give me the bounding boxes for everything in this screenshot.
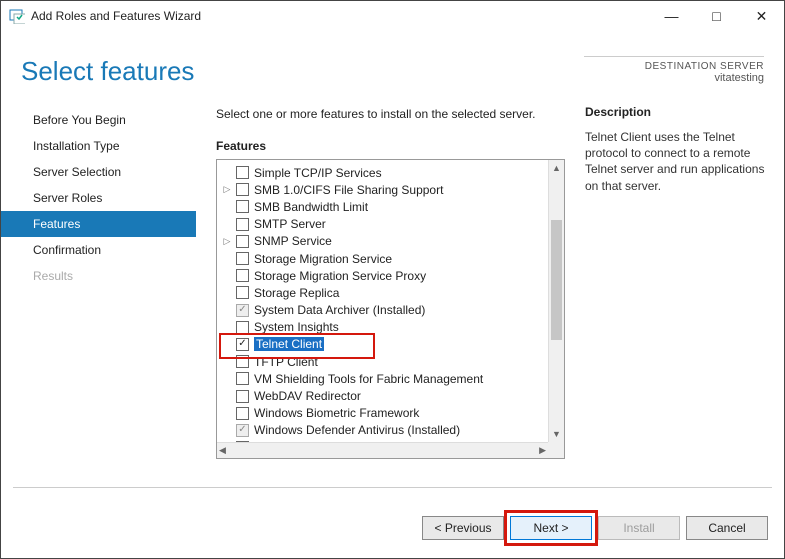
- next-button-highlight: Next >: [510, 516, 592, 540]
- feature-label[interactable]: TFTP Client: [254, 355, 318, 369]
- cancel-button[interactable]: Cancel: [686, 516, 768, 540]
- destination-server-block: DESTINATION SERVER vitatesting: [584, 56, 764, 84]
- feature-label[interactable]: Storage Migration Service: [254, 252, 392, 266]
- scroll-right-icon[interactable]: ▶: [539, 445, 546, 456]
- feature-checkbox[interactable]: [236, 407, 249, 420]
- feature-checkbox: [236, 424, 249, 437]
- feature-checkbox[interactable]: [236, 200, 249, 213]
- title-bar: Add Roles and Features Wizard — □ ✕: [1, 1, 784, 31]
- feature-label[interactable]: VM Shielding Tools for Fabric Management: [254, 372, 483, 386]
- feature-row[interactable]: Windows Defender Antivirus (Installed): [221, 422, 548, 439]
- feature-checkbox[interactable]: [236, 321, 249, 334]
- feature-row[interactable]: SMTP Server: [221, 216, 548, 233]
- nav-item-confirmation[interactable]: Confirmation: [1, 237, 196, 263]
- feature-label[interactable]: Storage Replica: [254, 286, 339, 300]
- feature-label[interactable]: Simple TCP/IP Services: [254, 166, 382, 180]
- scroll-up-icon[interactable]: ▲: [549, 160, 564, 176]
- feature-checkbox[interactable]: [236, 286, 249, 299]
- next-button[interactable]: Next >: [510, 516, 592, 540]
- feature-checkbox[interactable]: [236, 338, 249, 351]
- feature-row[interactable]: Storage Replica: [221, 284, 548, 301]
- scroll-down-icon[interactable]: ▼: [549, 426, 564, 442]
- feature-label[interactable]: WebDAV Redirector: [254, 389, 361, 403]
- feature-label[interactable]: SMTP Server: [254, 217, 326, 231]
- features-heading: Features: [216, 139, 565, 153]
- feature-row[interactable]: Storage Migration Service: [221, 250, 548, 267]
- window-title: Add Roles and Features Wizard: [31, 9, 201, 23]
- feature-row[interactable]: Storage Migration Service Proxy: [221, 267, 548, 284]
- expand-icon[interactable]: ▷: [221, 184, 233, 195]
- feature-label[interactable]: System Data Archiver (Installed): [254, 303, 425, 317]
- expand-icon[interactable]: ▷: [221, 236, 233, 247]
- scroll-left-icon[interactable]: ◀: [219, 445, 226, 456]
- footer-divider: [13, 487, 772, 488]
- features-tree-body: Simple TCP/IP Services ▷ SMB 1.0/CIFS File…: [217, 160, 548, 442]
- description-heading: Description: [585, 105, 772, 119]
- feature-row[interactable]: WebDAV Redirector: [221, 387, 548, 404]
- feature-label[interactable]: SNMP Service: [254, 234, 332, 248]
- feature-label[interactable]: Windows Biometric Framework: [254, 406, 419, 420]
- feature-row[interactable]: ▷ SNMP Service: [221, 233, 548, 250]
- feature-label[interactable]: System Insights: [254, 320, 339, 334]
- feature-label[interactable]: SMB Bandwidth Limit: [254, 200, 368, 214]
- feature-row[interactable]: Windows Biometric Framework: [221, 405, 548, 422]
- feature-label[interactable]: SMB 1.0/CIFS File Sharing Support: [254, 183, 443, 197]
- feature-checkbox[interactable]: [236, 183, 249, 196]
- nav-item-installation-type[interactable]: Installation Type: [1, 133, 196, 159]
- scroll-thumb[interactable]: [551, 220, 562, 340]
- minimize-button[interactable]: —: [649, 1, 694, 31]
- wizard-nav: Before You BeginInstallation TypeServer …: [1, 105, 196, 483]
- feature-label[interactable]: Windows Defender Antivirus (Installed): [254, 423, 460, 437]
- app-icon: [9, 8, 25, 24]
- feature-row[interactable]: System Insights: [221, 319, 548, 336]
- feature-checkbox[interactable]: [236, 218, 249, 231]
- feature-checkbox[interactable]: [236, 355, 249, 368]
- horizontal-scrollbar[interactable]: ◀ ▶: [217, 442, 548, 458]
- description-text: Telnet Client uses the Telnet protocol t…: [585, 129, 772, 194]
- previous-button[interactable]: < Previous: [422, 516, 504, 540]
- feature-row[interactable]: VM Shielding Tools for Fabric Management: [221, 370, 548, 387]
- feature-checkbox[interactable]: [236, 252, 249, 265]
- feature-row[interactable]: ▷ SMB 1.0/CIFS File Sharing Support: [221, 181, 548, 198]
- destination-label: DESTINATION SERVER: [584, 61, 764, 72]
- wizard-footer: < Previous Next > Install Cancel: [1, 504, 784, 558]
- feature-row[interactable]: System Data Archiver (Installed): [221, 302, 548, 319]
- feature-row[interactable]: Telnet Client: [221, 336, 548, 353]
- feature-row[interactable]: TFTP Client: [221, 353, 548, 370]
- feature-row[interactable]: Simple TCP/IP Services: [221, 164, 548, 181]
- feature-row[interactable]: SMB Bandwidth Limit: [221, 198, 548, 215]
- maximize-button[interactable]: □: [694, 1, 739, 31]
- nav-item-results: Results: [1, 263, 196, 289]
- feature-checkbox[interactable]: [236, 166, 249, 179]
- page-title: Select features: [21, 56, 194, 87]
- nav-item-features[interactable]: Features: [1, 211, 196, 237]
- nav-item-server-selection[interactable]: Server Selection: [1, 159, 196, 185]
- feature-checkbox[interactable]: [236, 235, 249, 248]
- feature-label[interactable]: Storage Migration Service Proxy: [254, 269, 426, 283]
- page-header: Select features DESTINATION SERVER vitat…: [1, 31, 784, 105]
- close-button[interactable]: ✕: [739, 1, 784, 31]
- features-tree: Simple TCP/IP Services ▷ SMB 1.0/CIFS File…: [216, 159, 565, 459]
- vertical-scrollbar[interactable]: ▲ ▼: [548, 160, 564, 442]
- wizard-window: Add Roles and Features Wizard — □ ✕ Sele…: [0, 0, 785, 559]
- destination-server-name: vitatesting: [584, 72, 764, 84]
- nav-item-server-roles[interactable]: Server Roles: [1, 185, 196, 211]
- feature-checkbox[interactable]: [236, 372, 249, 385]
- nav-item-before-you-begin[interactable]: Before You Begin: [1, 107, 196, 133]
- scroll-corner: [548, 442, 564, 458]
- feature-label[interactable]: Telnet Client: [254, 337, 324, 351]
- feature-checkbox: [236, 304, 249, 317]
- instruction-text: Select one or more features to install o…: [216, 107, 565, 121]
- feature-checkbox[interactable]: [236, 269, 249, 282]
- feature-checkbox[interactable]: [236, 390, 249, 403]
- install-button: Install: [598, 516, 680, 540]
